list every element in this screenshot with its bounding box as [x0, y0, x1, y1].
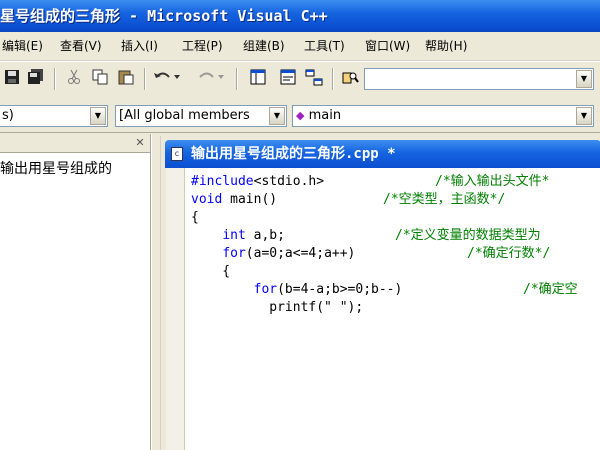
editor-gutter [166, 168, 185, 450]
code-line[interactable]: #include<stdio.h> [191, 173, 324, 191]
standard-toolbar: ▼ [0, 61, 600, 99]
chevron-down-icon[interactable]: ▼ [576, 70, 592, 88]
app-title-bar[interactable]: 星号组成的三角形 - Microsoft Visual C++ [0, 0, 600, 32]
menu-project[interactable]: 工程(P) [182, 32, 223, 60]
code-line[interactable]: printf(" "); [191, 299, 363, 317]
editor-title: 输出用星号组成的三角形.cpp * [191, 146, 396, 162]
code-text: { [191, 210, 199, 225]
save-icon[interactable] [2, 69, 22, 89]
redo-icon[interactable] [196, 69, 226, 89]
window-list-icon[interactable] [304, 69, 324, 89]
class-combo-value: s) [2, 108, 14, 123]
code-text: #include<stdio.h> [191, 174, 325, 189]
code-text: for(b=4-a;b>=0;b--) [253, 282, 403, 297]
menu-help[interactable]: 帮助(H) [425, 32, 467, 60]
code-comment: /*输入输出头文件* [435, 174, 550, 189]
menu-window[interactable]: 窗口(W) [365, 32, 410, 60]
chevron-down-icon[interactable]: ▼ [269, 107, 285, 125]
menu-tools[interactable]: 工具(T) [304, 32, 345, 60]
code-line[interactable]: for(a=0;a<=4;a++) [191, 245, 355, 263]
code-text: printf(" "); [191, 300, 364, 315]
code-text: for(a=0;a<=4;a++) [222, 246, 356, 261]
menu-build[interactable]: 组建(B) [243, 32, 285, 60]
workspace-pane: ✕ 输出用星号组成的 [0, 134, 151, 450]
menu-insert[interactable]: 插入(I) [121, 32, 158, 60]
filter-combo[interactable]: [All global members ▼ [115, 105, 287, 127]
code-text: { [191, 264, 231, 279]
chevron-down-icon[interactable]: ▼ [576, 107, 592, 125]
document-icon: c [171, 147, 183, 161]
workspace-icon[interactable] [248, 69, 268, 89]
paste-icon[interactable] [116, 69, 136, 89]
menu-bar: 编辑(E) 查看(V) 插入(I) 工程(P) 组建(B) 工具(T) 窗口(W… [0, 32, 600, 61]
member-combo-value: main [308, 108, 342, 123]
code-text: void main() [191, 192, 278, 207]
copy-icon[interactable] [90, 69, 110, 89]
code-line[interactable]: for(b=4-a;b>=0;b--) [191, 281, 403, 299]
code-line[interactable]: int a,b; [191, 227, 285, 245]
menu-edit[interactable]: 编辑(E) [2, 32, 43, 60]
chevron-down-icon[interactable]: ▼ [90, 107, 106, 125]
undo-icon[interactable] [152, 69, 182, 89]
code-line[interactable]: void main() [191, 191, 277, 209]
code-line[interactable]: { [191, 263, 230, 281]
workspace-header: ✕ [0, 134, 150, 153]
class-combo[interactable]: s) ▼ [0, 105, 108, 127]
editor-title-bar[interactable]: c 输出用星号组成的三角形.cpp * [165, 140, 600, 168]
cut-icon[interactable] [64, 69, 84, 89]
code-comment: /*确定空 [523, 282, 578, 297]
find-in-files-icon[interactable] [340, 69, 360, 89]
window-title: 星号组成的三角形 - Microsoft Visual C++ [0, 7, 328, 25]
output-icon[interactable] [278, 69, 298, 89]
find-combo[interactable]: ▼ [364, 68, 594, 90]
workspace-tree-item[interactable]: 输出用星号组成的 [0, 158, 112, 178]
save-all-icon[interactable] [26, 69, 46, 89]
menu-view[interactable]: 查看(V) [60, 32, 102, 60]
member-combo[interactable]: ◆ main ▼ [292, 105, 594, 127]
close-icon[interactable]: ✕ [133, 136, 147, 149]
code-text: int a,b; [222, 228, 285, 243]
wizard-bar: s) ▼ [All global members ▼ ◆ main ▼ [0, 98, 600, 133]
filter-combo-value: [All global members [119, 108, 250, 123]
editor-window: c 输出用星号组成的三角形.cpp * #include<stdio.h> /*输… [160, 136, 600, 450]
code-editor[interactable]: #include<stdio.h> /*输入输出头文件* void main() /*… [185, 168, 600, 450]
code-comment: /*空类型，主函数*/ [383, 192, 506, 207]
code-comment: /*确定行数*/ [467, 246, 551, 261]
code-line[interactable]: { [191, 209, 199, 227]
code-comment: /*定义变量的数据类型为 [395, 228, 541, 243]
function-icon: ◆ [296, 109, 305, 122]
